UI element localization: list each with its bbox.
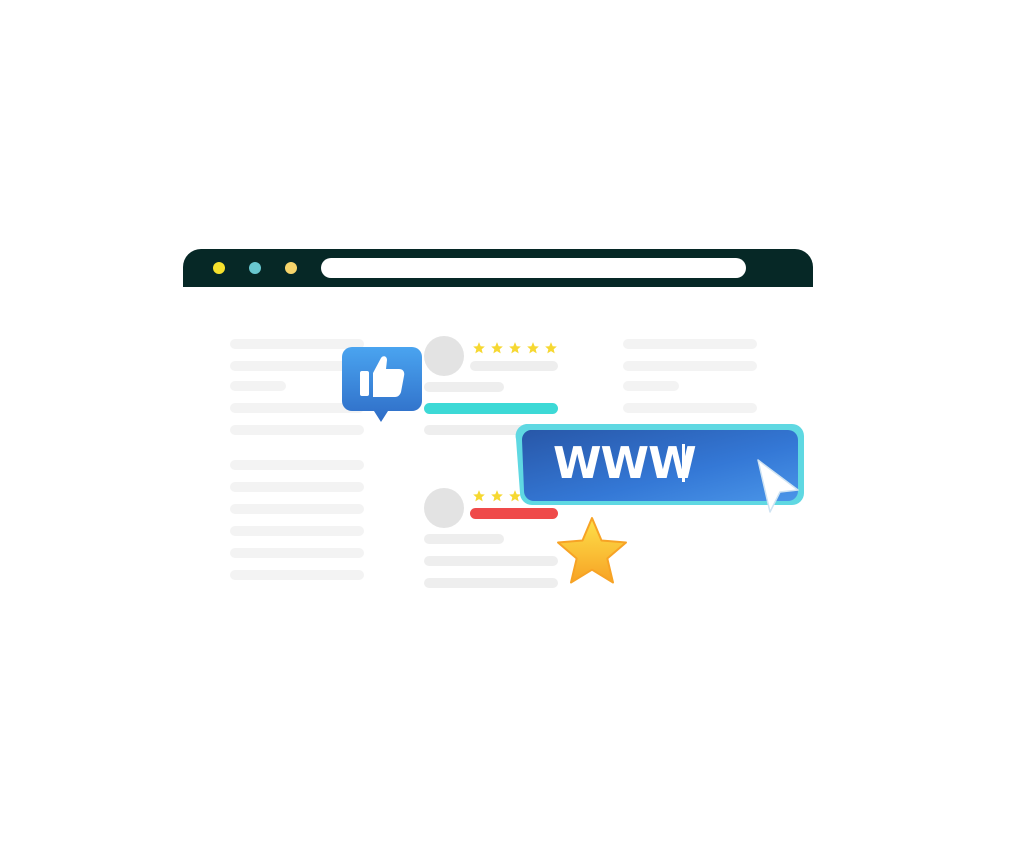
star-icon	[509, 342, 521, 354]
url-text: WWW	[553, 438, 697, 489]
placeholder-line	[623, 403, 757, 413]
window-dot-yellow	[213, 262, 225, 274]
review-accent-bar	[424, 403, 558, 414]
thumbs-up-icon[interactable]	[342, 347, 422, 423]
placeholder-line	[230, 504, 364, 514]
star-icon	[491, 490, 503, 502]
address-bar[interactable]	[321, 258, 746, 278]
placeholder-line	[230, 460, 364, 470]
star-icon	[473, 490, 485, 502]
star-icon	[545, 342, 557, 354]
placeholder-line	[230, 526, 364, 536]
placeholder-line	[623, 361, 757, 371]
browser-title-bar	[183, 249, 813, 287]
star-rating	[472, 341, 558, 355]
placeholder-line	[424, 578, 558, 588]
placeholder-line	[230, 425, 364, 435]
placeholder-line	[424, 556, 558, 566]
placeholder-line	[623, 339, 757, 349]
placeholder-line	[470, 361, 558, 371]
window-dot-orange	[285, 262, 297, 274]
star-icon	[491, 342, 503, 354]
placeholder-line	[424, 382, 504, 392]
cursor-icon	[757, 459, 799, 513]
review-accent-bar	[470, 508, 558, 519]
placeholder-line	[623, 381, 679, 391]
star-icon	[473, 342, 485, 354]
star-icon	[527, 342, 539, 354]
text-caret	[682, 444, 685, 482]
window-dot-teal	[249, 262, 261, 274]
avatar	[424, 488, 464, 528]
placeholder-line	[230, 381, 286, 391]
placeholder-line	[230, 482, 364, 492]
star-icon	[557, 517, 627, 584]
placeholder-line	[230, 548, 364, 558]
avatar	[424, 336, 464, 376]
placeholder-line	[230, 570, 364, 580]
placeholder-line	[424, 534, 504, 544]
